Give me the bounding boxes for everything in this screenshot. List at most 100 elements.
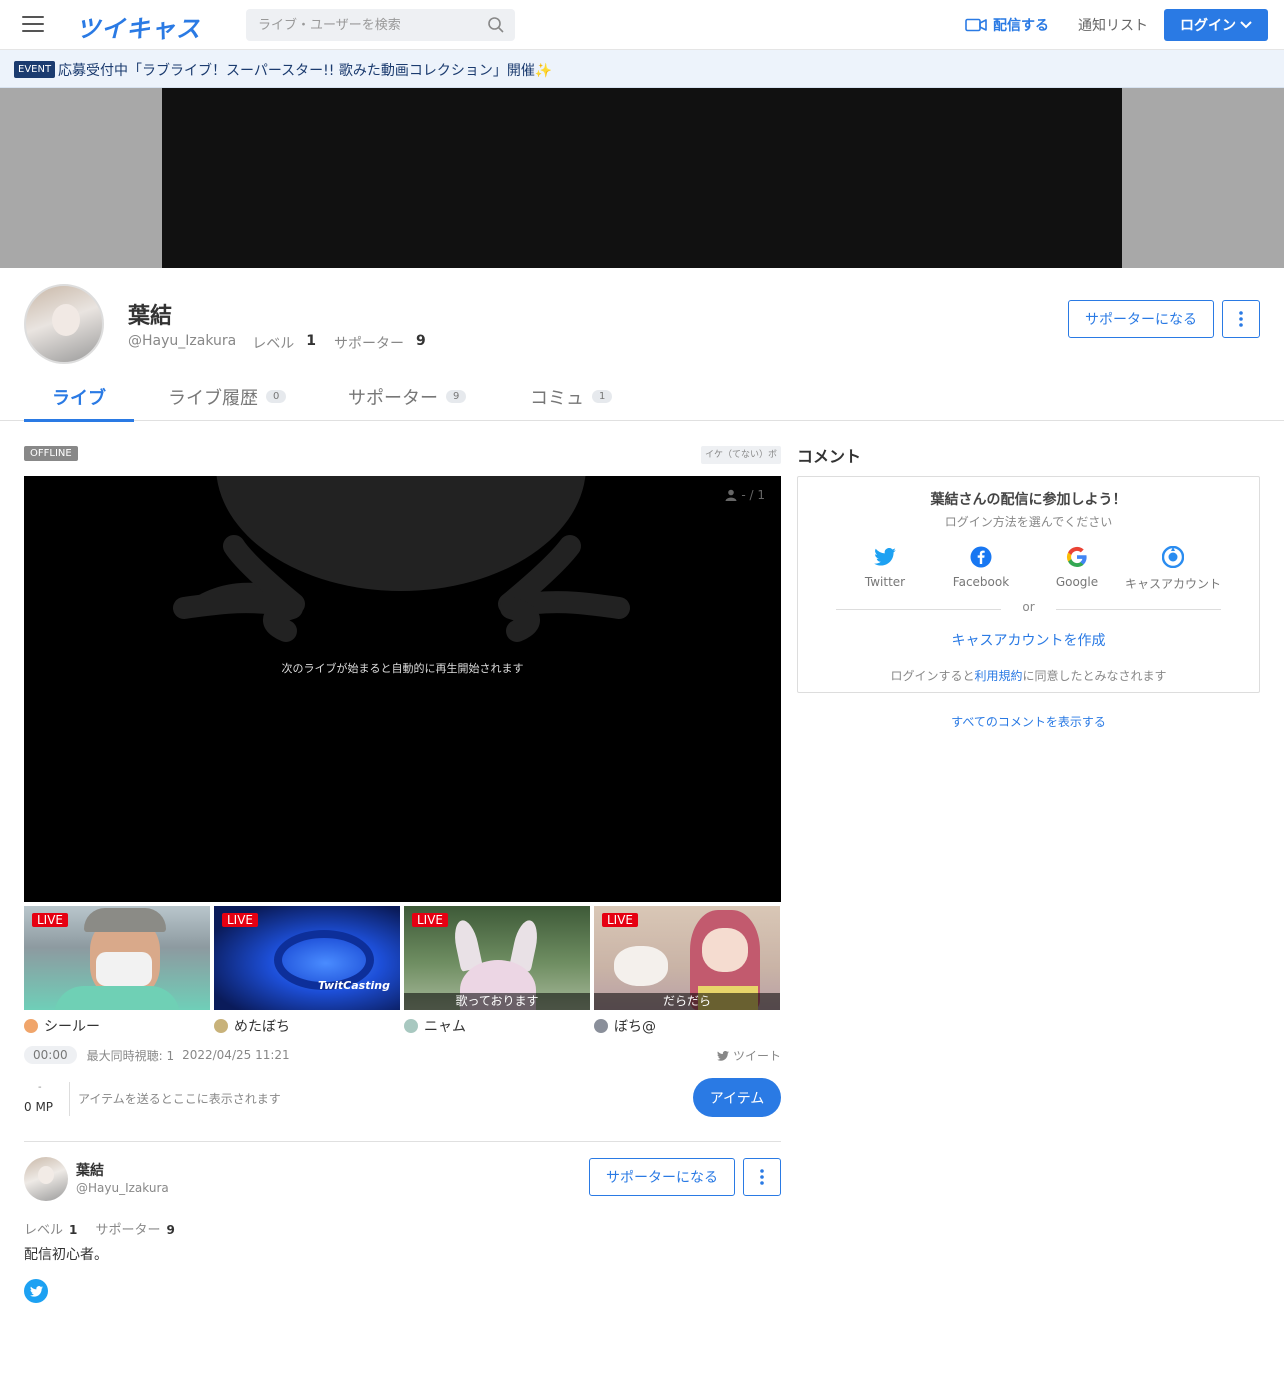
bio-name[interactable]: 葉結 — [76, 1160, 104, 1180]
more-options-button[interactable] — [743, 1158, 781, 1196]
live-datetime: 2022/04/25 11:21 — [182, 1048, 290, 1062]
video-player[interactable]: - / 1 次のライブが始まると自動的に再生開始されます — [24, 476, 781, 902]
profile-tabs: ライブ ライブ履歴 0 サポーター 9 コミュ 1 — [0, 372, 1284, 422]
tab-live-history-count: 0 — [266, 390, 287, 403]
bio-meta: レベル 1 サポーター 9 — [24, 1219, 189, 1238]
mascot-silhouette-icon — [173, 476, 630, 642]
login-label: ログイン — [1180, 18, 1236, 34]
thumb-user-name: ぼち@ — [614, 1019, 656, 1035]
login-google-button[interactable]: Google — [1029, 545, 1125, 589]
mp-dash: - — [38, 1082, 42, 1093]
thumb-user-name: シールー — [44, 1019, 100, 1035]
thumb-caption: 歌っております — [404, 993, 590, 1010]
thumb-image[interactable]: LIVE 歌っております — [404, 906, 590, 1010]
tab-live[interactable]: ライブ — [24, 372, 134, 422]
login-button[interactable]: ログイン — [1164, 9, 1268, 41]
thumb-user-name: めたぼち — [234, 1019, 290, 1035]
event-text[interactable]: 応募受付中「ラブライブ！スーパースター!! 歌みた動画コレクション」開催✨ — [58, 60, 552, 80]
thumb-image[interactable]: LIVE だらだら — [594, 906, 780, 1010]
video-camera-icon — [965, 18, 987, 32]
profile-name: 葉結 — [128, 304, 173, 329]
comment-login-box: 葉結さんの配信に参加しよう！ ログイン方法を選んでください Twitter Fa… — [797, 476, 1260, 693]
profile-handle: @Hayu_Izakura — [128, 333, 237, 349]
event-bar[interactable]: EVENT 応募受付中「ラブライブ！スーパースター!! 歌みた動画コレクション」… — [0, 50, 1284, 88]
search-icon[interactable] — [487, 16, 505, 34]
live-badge: LIVE — [602, 913, 639, 927]
show-all-comments-link[interactable]: すべてのコメントを表示する — [797, 713, 1260, 730]
live-badge: LIVE — [412, 913, 449, 927]
login-cas-account-button[interactable]: キャスアカウント — [1125, 545, 1221, 592]
thumb-user[interactable]: シールー — [24, 1016, 210, 1036]
become-supporter-button[interactable]: サポーターになる — [589, 1158, 735, 1196]
recommended-lives: LIVE シールー TwitCasting LIVE めたぼち LIVE 歌って… — [24, 906, 781, 1036]
viewer-count: - / 1 — [725, 488, 765, 502]
item-info: アイテムを送るとここに表示されます — [78, 1092, 281, 1106]
viewer-count-text: - / 1 — [741, 488, 765, 502]
live-thumb[interactable]: LIVE シールー — [24, 906, 210, 1036]
more-options-button[interactable] — [1222, 300, 1260, 338]
login-twitter-button[interactable]: Twitter — [837, 545, 933, 589]
live-badge: LIVE — [32, 913, 69, 927]
top-header: ツイキャス 配信する 通知リスト ログイン — [0, 0, 1284, 50]
tab-live-history-label: ライブ履歴 — [168, 387, 258, 409]
comments-heading: コメント — [797, 447, 862, 466]
login-facebook-button[interactable]: Facebook — [933, 545, 1029, 589]
tab-supporters[interactable]: サポーター 9 — [348, 372, 467, 421]
broadcast-label: 配信する — [993, 18, 1049, 34]
user-avatar-icon — [214, 1019, 228, 1033]
provider-label: Twitter — [864, 575, 906, 589]
supporter-label: サポーター — [333, 336, 404, 352]
tab-live-history[interactable]: ライブ履歴 0 — [168, 372, 287, 421]
terms-pre: ログインすると — [890, 669, 975, 683]
chevron-down-icon — [1240, 21, 1252, 29]
google-icon — [1066, 546, 1087, 567]
level-label: レベル — [24, 1223, 64, 1238]
thumb-user[interactable]: ニャム — [404, 1016, 590, 1036]
tweet-link[interactable]: ツイート — [716, 1047, 781, 1064]
send-item-button[interactable]: アイテム — [693, 1078, 781, 1117]
create-cas-account-link[interactable]: キャスアカウントを作成 — [798, 630, 1259, 650]
level-label: レベル — [252, 336, 295, 352]
thumb-image[interactable]: TwitCasting LIVE — [214, 906, 400, 1010]
event-badge: EVENT — [14, 61, 56, 78]
tab-community[interactable]: コミュ 1 — [530, 372, 613, 421]
twitter-profile-link[interactable] — [24, 1279, 48, 1303]
profile-banner — [0, 88, 1284, 268]
provider-label: キャスアカウント — [1125, 577, 1222, 591]
thumb-user[interactable]: ぼち@ — [594, 1016, 780, 1036]
mp-value: 0 MP — [24, 1100, 54, 1114]
bio-description: 配信初心者。 — [24, 1247, 108, 1263]
join-title: 葉結さんの配信に参加しよう！ — [930, 492, 1127, 508]
profile-meta: @Hayu_Izakura レベル 1 サポーター 9 — [128, 333, 438, 353]
avatar[interactable] — [24, 284, 104, 364]
live-thumb[interactable]: LIVE だらだら ぼち@ — [594, 906, 780, 1036]
twitcasting-logo: TwitCasting — [318, 979, 390, 992]
search-box — [246, 9, 515, 41]
become-supporter-button[interactable]: サポーターになる — [1068, 300, 1214, 338]
menu-icon[interactable] — [22, 16, 44, 34]
provider-label: Facebook — [952, 575, 1010, 589]
more-vertical-icon — [760, 1169, 764, 1185]
banner-image — [162, 88, 1122, 268]
thumb-image[interactable]: LIVE — [24, 906, 210, 1010]
player-message: 次のライブが始まると自動的に再生開始されます — [281, 662, 524, 675]
search-input[interactable] — [246, 9, 476, 41]
tab-live-label: ライブ — [52, 387, 106, 409]
mp-divider — [69, 1082, 70, 1116]
terms-link[interactable]: 利用規約 — [974, 669, 1022, 683]
avatar[interactable] — [24, 1157, 68, 1201]
site-logo[interactable]: ツイキャス — [76, 9, 201, 44]
supporter-count: 9 — [415, 333, 426, 349]
terms-post: に同意したとみなされます — [1022, 669, 1167, 683]
join-subtitle: ログイン方法を選んでください — [944, 515, 1113, 529]
max-viewers: 最大同時視聴: 1 — [86, 1048, 175, 1063]
item-area: - 0 MP アイテムを送るとここに表示されます — [24, 1080, 781, 1116]
twitter-icon — [716, 1050, 729, 1061]
live-thumb[interactable]: TwitCasting LIVE めたぼち — [214, 906, 400, 1036]
divider — [24, 1141, 781, 1142]
thumb-user[interactable]: めたぼち — [214, 1016, 400, 1036]
notification-list-link[interactable]: 通知リスト — [1078, 15, 1148, 35]
live-thumb[interactable]: LIVE 歌っております ニャム — [404, 906, 590, 1036]
tab-community-label: コミュ — [530, 387, 584, 409]
broadcast-button[interactable]: 配信する — [965, 15, 1049, 35]
